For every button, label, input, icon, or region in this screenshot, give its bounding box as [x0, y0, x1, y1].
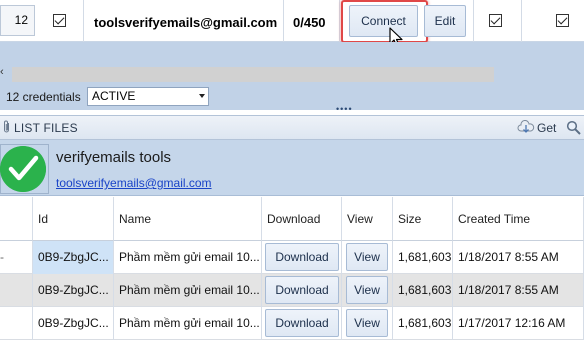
- file-name-cell[interactable]: Phầm mềm gửi email 10...: [114, 274, 262, 307]
- row-indicator: -: [0, 241, 33, 274]
- edit-button[interactable]: Edit: [424, 5, 466, 37]
- download-button[interactable]: Download: [265, 276, 339, 304]
- dropdown-arrow-icon: [199, 94, 205, 98]
- credential-email: toolsverifyemails@gmail.com: [94, 15, 278, 30]
- column-header-download[interactable]: Download: [262, 197, 342, 241]
- view-button[interactable]: View: [346, 309, 388, 337]
- file-size-cell[interactable]: 1,681,603: [393, 241, 453, 274]
- column-header-size[interactable]: Size: [393, 197, 453, 241]
- column-header-view[interactable]: View: [342, 197, 393, 241]
- row-indicator: [0, 307, 33, 340]
- horizontal-scrollbar[interactable]: [12, 67, 494, 82]
- view-cell: View: [342, 241, 393, 274]
- file-size-cell[interactable]: 1,681,603: [393, 307, 453, 340]
- row-header-corner: [0, 197, 33, 241]
- column-divider: [283, 0, 284, 42]
- column-header-created-time[interactable]: Created Time: [453, 197, 584, 241]
- column-divider: [83, 0, 84, 42]
- download-button[interactable]: Download: [265, 243, 339, 271]
- verified-check-avatar: [0, 146, 46, 192]
- list-files-title: LIST FILES: [14, 121, 78, 135]
- table-row[interactable]: 0B9-ZbgJC... Phầm mềm gửi email 10... Do…: [0, 274, 584, 307]
- checkbox-checked-icon[interactable]: [489, 14, 502, 27]
- view-button[interactable]: View: [346, 243, 388, 271]
- checkbox-checked-icon[interactable]: [556, 14, 569, 27]
- splitter-handle[interactable]: ••••: [336, 105, 353, 114]
- column-divider: [339, 0, 340, 42]
- view-cell: View: [342, 307, 393, 340]
- cloud-get-icon[interactable]: [517, 120, 535, 134]
- column-divider: [521, 0, 522, 42]
- status-filter-select[interactable]: ACTIVE: [87, 87, 209, 106]
- list-files-header: [0, 115, 584, 140]
- paperclip-icon: [4, 120, 9, 133]
- credentials-count-label: 12 credentials: [6, 90, 81, 104]
- file-id-cell[interactable]: 0B9-ZbgJC...: [33, 241, 114, 274]
- download-cell: Download: [262, 274, 342, 307]
- connect-highlight-box: [341, 0, 428, 43]
- file-id-cell[interactable]: 0B9-ZbgJC...: [33, 274, 114, 307]
- status-filter-value: ACTIVE: [92, 89, 136, 103]
- created-time-cell[interactable]: 1/18/2017 8:55 AM: [453, 274, 584, 307]
- account-email-link[interactable]: toolsverifyemails@gmail.com: [56, 176, 212, 190]
- file-name-cell[interactable]: Phầm mềm gửi email 10...: [114, 307, 262, 340]
- file-size-cell[interactable]: 1,681,603: [393, 274, 453, 307]
- file-name-cell[interactable]: Phầm mềm gửi email 10...: [114, 241, 262, 274]
- download-button[interactable]: Download: [265, 309, 339, 337]
- download-cell: Download: [262, 307, 342, 340]
- table-row[interactable]: 0B9-ZbgJC... Phầm mềm gửi email 10... Do…: [0, 307, 584, 340]
- get-button-label[interactable]: Get: [537, 121, 556, 135]
- column-header-name[interactable]: Name: [114, 197, 262, 241]
- account-name: verifyemails tools: [56, 149, 172, 166]
- credential-row[interactable]: 12 toolsverifyemails@gmail.com 0/450 Con…: [0, 0, 584, 48]
- scroll-left-arrow-icon[interactable]: ‹: [0, 66, 4, 78]
- search-icon[interactable]: [566, 120, 582, 136]
- column-header-id[interactable]: Id: [33, 197, 114, 241]
- checkbox-checked-icon[interactable]: [53, 14, 66, 27]
- download-cell: Download: [262, 241, 342, 274]
- view-button[interactable]: View: [346, 276, 388, 304]
- column-divider: [473, 0, 474, 42]
- file-id-cell[interactable]: 0B9-ZbgJC...: [33, 307, 114, 340]
- credential-number: 12: [0, 5, 35, 36]
- view-cell: View: [342, 274, 393, 307]
- created-time-cell[interactable]: 1/18/2017 8:55 AM: [453, 241, 584, 274]
- created-time-cell[interactable]: 1/17/2017 12:16 AM: [453, 307, 584, 340]
- table-row[interactable]: - 0B9-ZbgJC... Phầm mềm gửi email 10... …: [0, 241, 584, 274]
- credential-quota: 0/450: [293, 15, 326, 30]
- grid-empty-area: [0, 42, 584, 64]
- row-indicator: [0, 274, 33, 307]
